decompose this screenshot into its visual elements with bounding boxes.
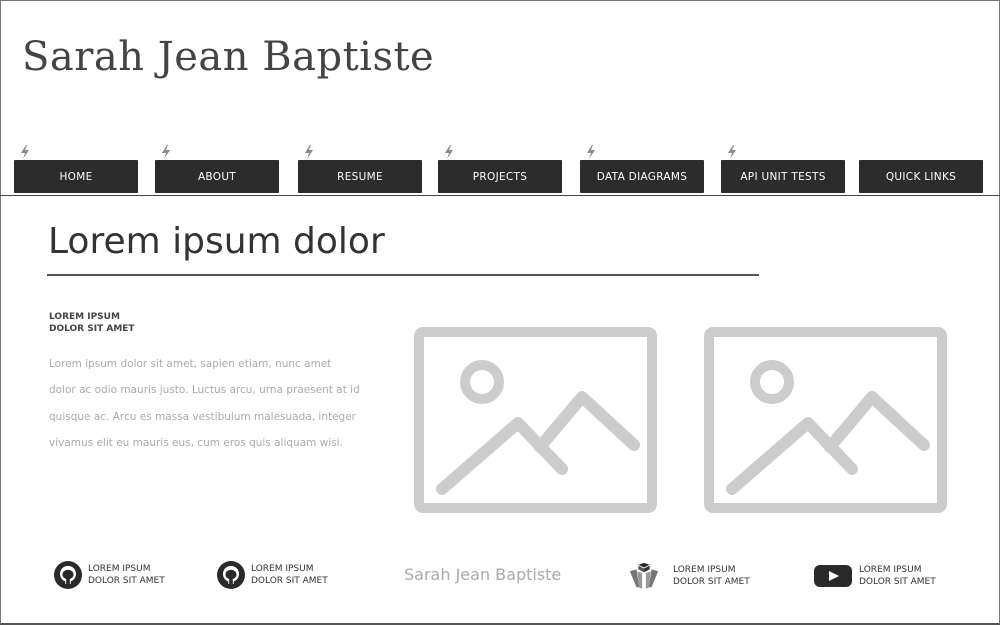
subheading-line: LOREM IPSUM [49, 312, 120, 322]
nav-home[interactable]: HOME [14, 160, 138, 193]
bolt-icon [443, 145, 455, 159]
bolt-icon [19, 145, 31, 159]
section-heading: Lorem ipsum dolor [48, 221, 385, 262]
nav-resume[interactable]: RESUME [298, 160, 422, 193]
body-paragraph: Lorem ipsum dolor sit amet, sapien etiam… [49, 358, 360, 449]
footer-link-label: LOREM IPSUM [251, 563, 314, 574]
image-placeholder-icon [704, 327, 947, 513]
footer-link-github[interactable]: LOREM IPSUM DOLOR SIT AMET [215, 560, 328, 590]
section-subheading: LOREM IPSUM DOLOR SIT AMET [49, 311, 249, 335]
subheading-line: DOLOR SIT AMET [49, 324, 135, 334]
footer-link-github[interactable]: LOREM IPSUM DOLOR SIT AMET [52, 560, 165, 590]
image-placeholder-icon [414, 327, 657, 513]
main-nav: HOME ABOUT RESUME PROJECTS DATA DIAGRAMS… [0, 145, 1000, 195]
bolt-icon [160, 145, 172, 159]
github-icon [215, 560, 247, 590]
github-icon [52, 560, 84, 590]
nav-projects[interactable]: PROJECTS [438, 160, 562, 193]
nav-api-unit-tests[interactable]: API UNIT TESTS [721, 160, 845, 193]
site-header: Sarah Jean Baptiste HOME ABOUT RESUME PR… [0, 0, 1000, 196]
footer-link-label: LOREM IPSUM [859, 564, 922, 575]
youtube-icon [813, 561, 853, 591]
footer-link-label: DOLOR SIT AMET [859, 577, 936, 587]
site-title[interactable]: Sarah Jean Baptiste [22, 34, 434, 80]
footer-brand[interactable]: Sarah Jean Baptiste [404, 565, 561, 584]
nav-about[interactable]: ABOUT [155, 160, 279, 193]
footer-link-label: DOLOR SIT AMET [251, 576, 328, 586]
tool-icon [628, 561, 660, 591]
footer-link-label: LOREM IPSUM [88, 563, 151, 574]
footer-link-youtube[interactable]: LOREM IPSUM DOLOR SIT AMET [813, 561, 936, 591]
footer-link-tool[interactable]: LOREM IPSUM DOLOR SIT AMET [628, 561, 750, 591]
footer-link-label: LOREM IPSUM [673, 564, 736, 575]
heading-divider [47, 274, 759, 276]
bolt-icon [585, 145, 597, 159]
footer-link-label: DOLOR SIT AMET [673, 577, 750, 587]
nav-quick-links[interactable]: QUICK LINKS [859, 160, 983, 193]
bolt-icon [726, 145, 738, 159]
footer-link-label: DOLOR SIT AMET [88, 576, 165, 586]
bolt-icon [303, 145, 315, 159]
nav-data-diagrams[interactable]: DATA DIAGRAMS [580, 160, 704, 193]
